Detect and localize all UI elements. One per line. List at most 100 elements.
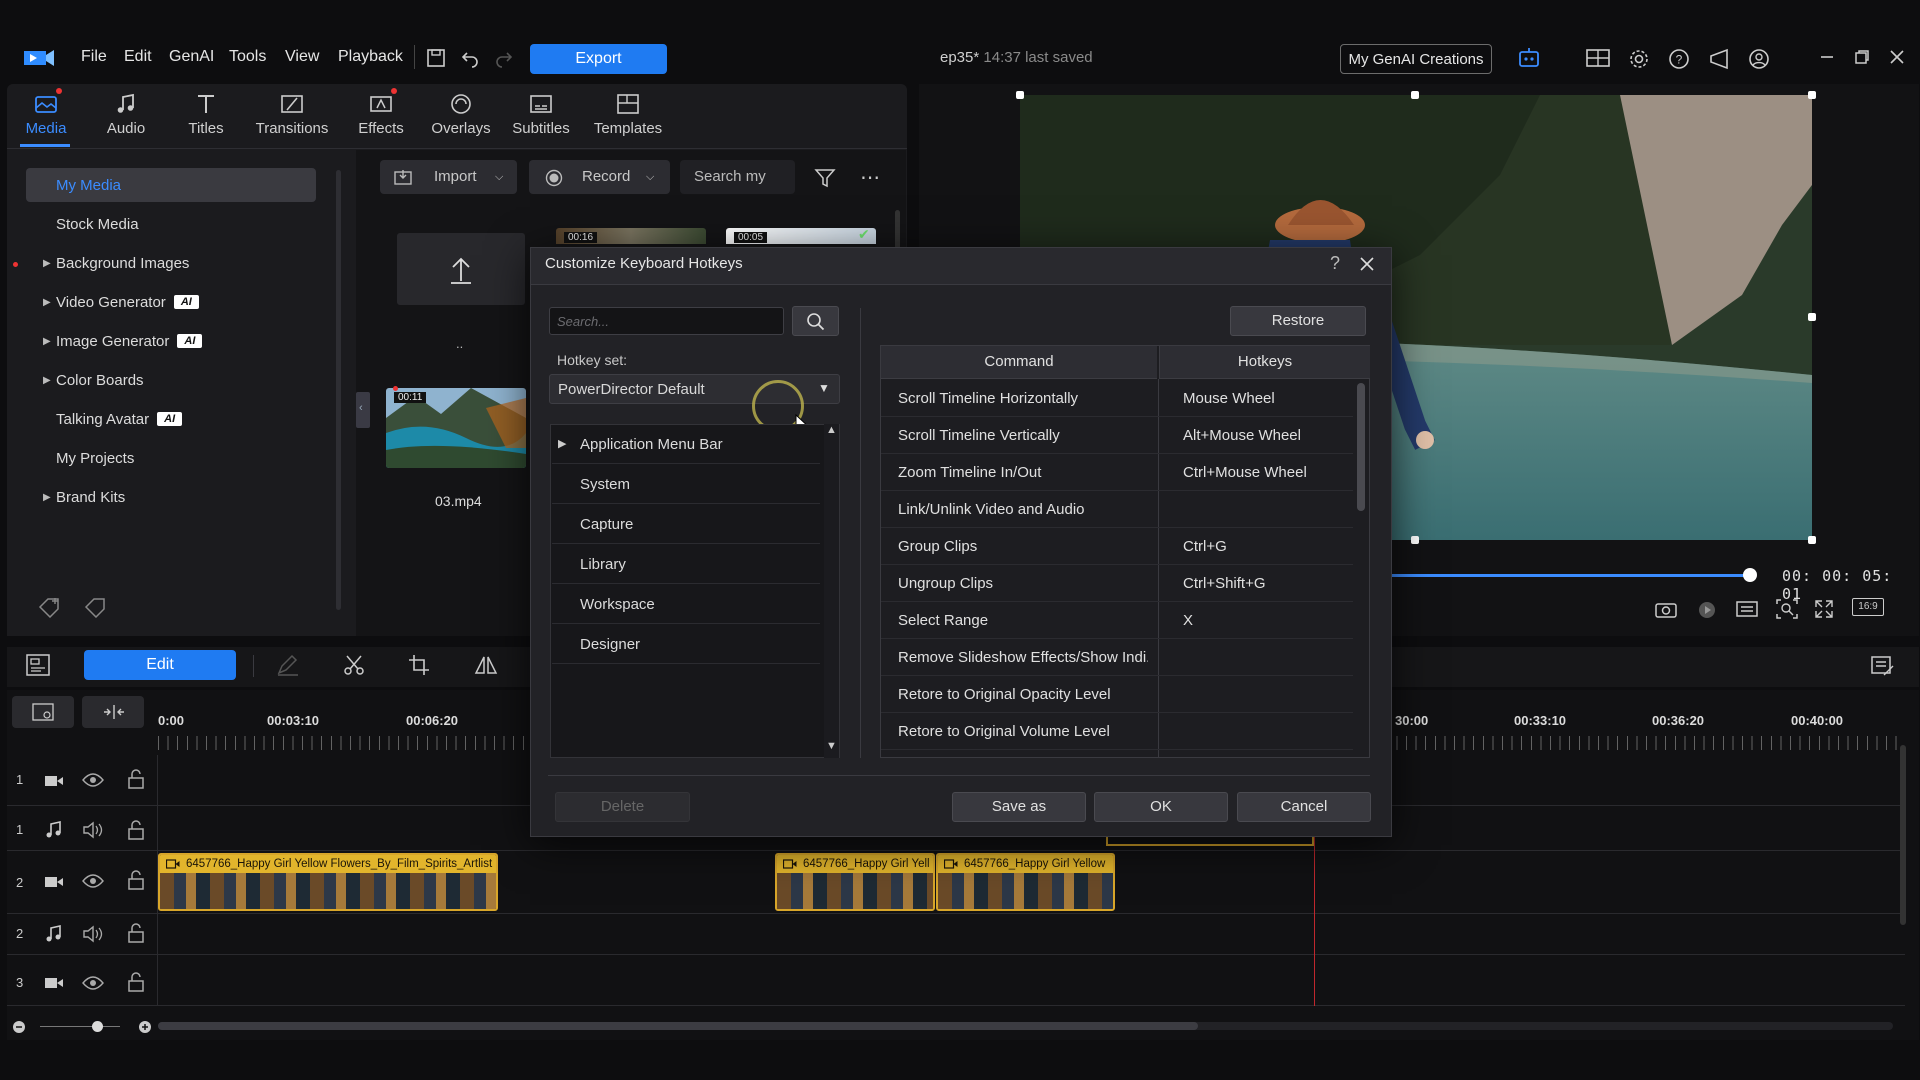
menu-file[interactable]: File — [81, 48, 107, 66]
crop-icon[interactable] — [408, 654, 432, 676]
tab-subtitles[interactable]: Subtitles — [503, 92, 579, 137]
tree-item-talking-avatar[interactable]: Talking Avatar AI — [56, 411, 183, 428]
timeline-clip[interactable]: 6457766_Happy Girl Yellow Flowers_By_Fil… — [158, 853, 498, 911]
redo-icon[interactable] — [494, 48, 514, 68]
remove-tag-icon[interactable] — [83, 596, 109, 618]
feedback-icon[interactable] — [1708, 48, 1732, 70]
ai-assistant-icon[interactable] — [1517, 46, 1541, 70]
tree-item-stock-media[interactable]: Stock Media — [56, 216, 139, 233]
tree-scrollbar[interactable] — [336, 170, 341, 610]
save-icon[interactable] — [426, 48, 446, 68]
render-preview-icon[interactable] — [1697, 600, 1717, 620]
unlock-icon[interactable] — [127, 820, 145, 840]
table-scrollbar-thumb[interactable] — [1357, 383, 1365, 511]
import-dropdown[interactable]: Import ⌵ — [380, 160, 517, 194]
unlock-icon[interactable] — [127, 870, 145, 890]
menu-edit[interactable]: Edit — [124, 48, 152, 66]
media-thumbnail-03[interactable]: 00:11 — [386, 388, 526, 468]
timeline-clip-partial[interactable] — [1106, 836, 1314, 846]
media-thumbnail[interactable]: 00:16 — [556, 228, 706, 244]
playhead-knob[interactable] — [1743, 568, 1757, 582]
edit-button[interactable]: Edit — [84, 650, 236, 680]
resize-handle[interactable] — [1808, 91, 1816, 99]
eye-icon[interactable] — [82, 772, 104, 788]
zoom-preview-icon[interactable] — [1776, 599, 1798, 619]
tab-audio[interactable]: Audio — [88, 92, 164, 137]
expand-arrow-icon[interactable]: ▶ — [43, 297, 51, 308]
delete-button[interactable]: Delete — [555, 792, 690, 822]
expand-arrow-icon[interactable]: ▶ — [43, 492, 51, 503]
volume-icon[interactable] — [82, 925, 104, 943]
cancel-button[interactable]: Cancel — [1237, 792, 1371, 822]
tree-item-brand-kits[interactable]: ▶ Brand Kits — [43, 489, 125, 506]
expand-arrow-icon[interactable]: ▶ — [43, 258, 51, 269]
table-row[interactable]: Retore to Original Volume Level — [881, 713, 1353, 750]
expand-arrow-icon[interactable]: ▶ — [43, 336, 51, 347]
hotkey-search-input[interactable]: Search... — [549, 307, 784, 335]
media-scrollbar[interactable] — [895, 210, 900, 250]
tab-templates[interactable]: Templates — [590, 92, 666, 137]
table-row[interactable]: Ungroup Clips Ctrl+Shift+G — [881, 565, 1353, 602]
search-button[interactable] — [792, 306, 839, 336]
zoom-slider-knob[interactable] — [92, 1021, 103, 1032]
timeline-settings-icon[interactable] — [1870, 654, 1896, 678]
tree-item-image-generator[interactable]: ▶ Image Generator AI — [43, 333, 203, 350]
category-scrollbar[interactable]: ▲ ▼ — [824, 424, 839, 758]
pen-tool-icon[interactable] — [276, 654, 300, 676]
media-search-input[interactable]: Search my — [680, 160, 795, 194]
restore-window-icon[interactable] — [1853, 48, 1871, 66]
filter-icon[interactable] — [814, 167, 836, 189]
resize-handle[interactable] — [1808, 536, 1816, 544]
timeline-clip[interactable]: 6457766_Happy Girl Yell — [775, 853, 935, 911]
tab-titles[interactable]: Titles — [168, 92, 244, 137]
expand-arrow-icon[interactable]: ▶ — [43, 375, 51, 386]
parent-folder-tile[interactable] — [397, 233, 525, 305]
eye-icon[interactable] — [82, 873, 104, 889]
media-thumbnail[interactable]: 00:05 ✔ — [726, 226, 876, 244]
table-row[interactable]: Zoom Timeline In/Out Ctrl+Mouse Wheel — [881, 454, 1353, 491]
close-window-icon[interactable] — [1888, 48, 1906, 66]
resize-handle[interactable] — [1016, 91, 1024, 99]
unlock-icon[interactable] — [127, 923, 145, 943]
record-dropdown[interactable]: Record ⌵ — [529, 160, 670, 194]
category-item[interactable]: ▶ Application Menu Bar — [552, 425, 820, 464]
menu-playback[interactable]: Playback — [338, 48, 403, 66]
scroll-down-icon[interactable]: ▼ — [826, 740, 837, 752]
category-item[interactable]: Capture — [552, 505, 820, 544]
close-icon[interactable] — [1359, 256, 1375, 272]
export-button[interactable]: Export — [530, 44, 667, 74]
tree-item-my-projects[interactable]: My Projects — [56, 450, 134, 467]
aspect-ratio-button[interactable]: 16:9 — [1852, 598, 1884, 616]
unlock-icon[interactable] — [127, 769, 145, 789]
resize-handle[interactable] — [1411, 91, 1419, 99]
timeline-clip[interactable]: 6457766_Happy Girl Yellow — [936, 853, 1115, 911]
restore-button[interactable]: Restore — [1230, 306, 1366, 336]
help-icon[interactable]: ? — [1330, 253, 1340, 274]
category-item[interactable]: Library — [552, 545, 820, 584]
scroll-up-icon[interactable]: ▲ — [826, 424, 837, 436]
tree-item-background-images[interactable]: ▶ Background Images — [43, 255, 189, 272]
menu-tools[interactable]: Tools — [229, 48, 266, 66]
table-row[interactable]: Link/Unlink Video and Audio — [881, 491, 1353, 528]
category-item[interactable]: System — [552, 465, 820, 504]
save-as-button[interactable]: Save as — [952, 792, 1086, 822]
flip-icon[interactable] — [474, 654, 498, 676]
eye-icon[interactable] — [82, 975, 104, 991]
add-tag-icon[interactable] — [37, 596, 63, 618]
split-scissors-icon[interactable] — [342, 654, 366, 676]
table-row[interactable]: Select Range X — [881, 602, 1353, 639]
layout-icon[interactable] — [1586, 48, 1610, 68]
category-item[interactable]: Workspace — [552, 585, 820, 624]
menu-genai[interactable]: GenAI — [169, 48, 214, 66]
tab-transitions[interactable]: Transitions — [254, 92, 330, 137]
zoom-slider-track[interactable] — [40, 1026, 120, 1027]
timeline-playhead[interactable] — [1314, 836, 1315, 1006]
table-row[interactable]: Group Clips Ctrl+G — [881, 528, 1353, 565]
zoom-out-icon[interactable] — [12, 1020, 26, 1034]
tree-item-my-media[interactable]: My Media — [56, 177, 121, 194]
snapshot-camera-icon[interactable] — [1655, 600, 1677, 618]
collapse-panel-button[interactable]: ‹ — [356, 392, 370, 428]
timeline-vertical-scrollbar[interactable] — [1900, 745, 1906, 925]
table-row[interactable]: Retore to Original Opacity Level — [881, 676, 1353, 713]
table-row[interactable]: Scroll Timeline Horizontally Mouse Wheel — [881, 380, 1353, 417]
